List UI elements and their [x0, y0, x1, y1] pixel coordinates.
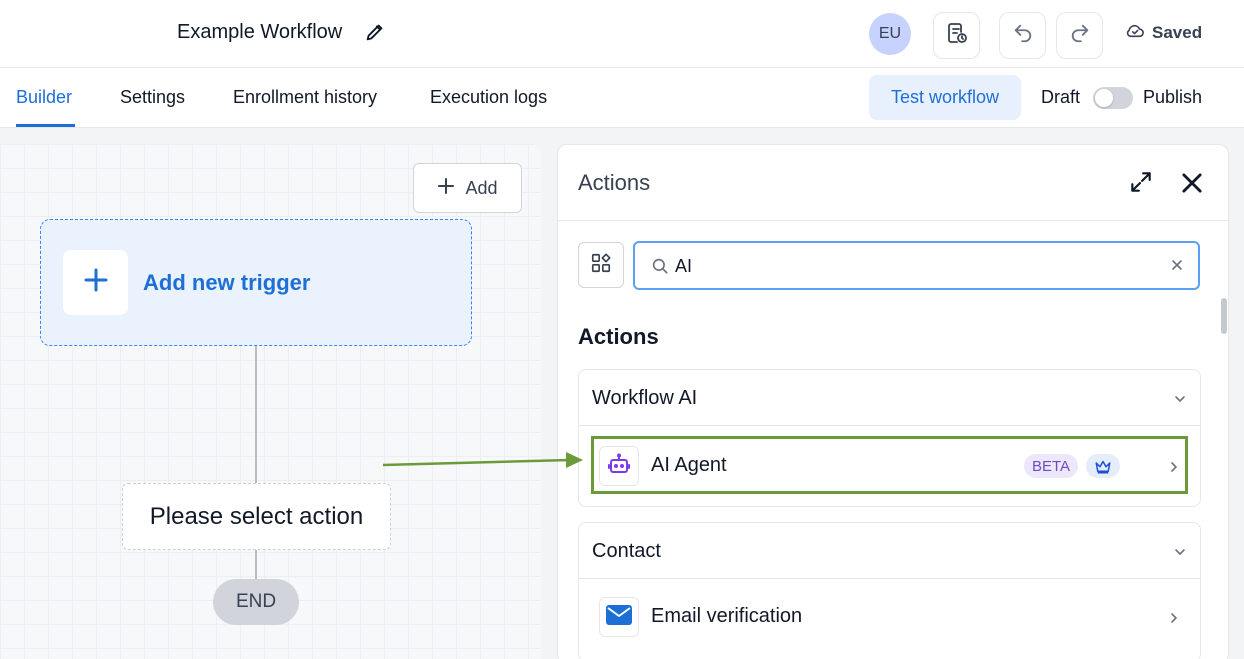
saved-label: Saved [1152, 22, 1203, 42]
end-node: END [213, 579, 299, 625]
actions-panel: Actions Actions Workflow AI [557, 144, 1230, 659]
redo-icon [1069, 22, 1091, 49]
pencil-icon[interactable] [364, 21, 386, 43]
search-box[interactable] [633, 241, 1200, 290]
trigger-label: Add new trigger [143, 270, 311, 295]
group-header[interactable]: Workflow AI [579, 370, 1200, 426]
tabs-bar: Builder Settings Enrollment history Exec… [0, 68, 1244, 128]
active-tab-indicator [16, 124, 75, 127]
avatar[interactable]: EU [869, 13, 911, 55]
tab-builder[interactable]: Builder [16, 87, 72, 108]
chevron-down-icon [1174, 545, 1186, 557]
plus-icon [83, 267, 109, 298]
history-button[interactable] [933, 12, 980, 59]
group-title: Contact [592, 540, 661, 562]
highlight-box [591, 436, 1188, 494]
list-item-ai-agent[interactable]: AI Agent BETA [579, 426, 1200, 506]
redo-button[interactable] [1056, 12, 1103, 59]
cloud-check-icon [1124, 21, 1146, 44]
panel-title: Actions [578, 170, 651, 195]
add-label: Add [465, 177, 498, 198]
document-history-icon [945, 21, 969, 50]
publish-label: Publish [1143, 87, 1203, 107]
add-button[interactable]: Add [413, 163, 522, 213]
tab-execution-logs[interactable]: Execution logs [430, 87, 547, 108]
test-workflow-button[interactable]: Test workflow [869, 75, 1021, 120]
connector-line [255, 346, 257, 484]
undo-icon [1012, 22, 1034, 49]
action-group-workflow-ai: Workflow AI AI Agent BETA [578, 369, 1201, 507]
clear-icon[interactable] [1170, 258, 1184, 272]
search-input[interactable] [675, 252, 1155, 280]
chevron-down-icon [1174, 392, 1186, 404]
publish-toggle[interactable] [1093, 87, 1133, 109]
group-header[interactable]: Contact [579, 523, 1200, 579]
section-title: Actions [578, 324, 659, 349]
select-action-node[interactable]: Please select action [122, 483, 391, 550]
trigger-plus-box [63, 250, 128, 315]
scrollbar[interactable] [1221, 298, 1227, 334]
draft-label: Draft [1041, 87, 1081, 107]
saved-status: Saved [1124, 21, 1202, 44]
expand-icon[interactable] [1128, 169, 1154, 195]
category-grid-button[interactable] [578, 242, 624, 288]
group-title: Workflow AI [592, 387, 698, 409]
toggle-knob [1095, 89, 1113, 107]
top-bar: Example Workflow EU Saved [0, 0, 1244, 68]
panel-header: Actions [558, 145, 1230, 221]
apps-grid-icon [590, 252, 612, 279]
chevron-right-icon [1169, 611, 1179, 623]
avatar-initials: EU [878, 25, 902, 42]
plus-icon [437, 177, 455, 200]
list-item-email-verification[interactable]: Email verification [579, 579, 1200, 659]
connector-line [255, 550, 257, 580]
add-trigger-node[interactable]: Add new trigger [40, 219, 472, 346]
workflow-title: Example Workflow [177, 21, 343, 43]
close-icon[interactable] [1178, 169, 1206, 197]
tab-enrollment-history[interactable]: Enrollment history [233, 87, 377, 108]
tab-settings[interactable]: Settings [120, 87, 185, 108]
action-group-contact: Contact Email verification [578, 522, 1201, 659]
item-icon-box [599, 597, 639, 637]
item-label: Email verification [651, 605, 803, 627]
undo-button[interactable] [999, 12, 1046, 59]
search-icon [651, 257, 669, 275]
envelope-icon [606, 604, 632, 630]
